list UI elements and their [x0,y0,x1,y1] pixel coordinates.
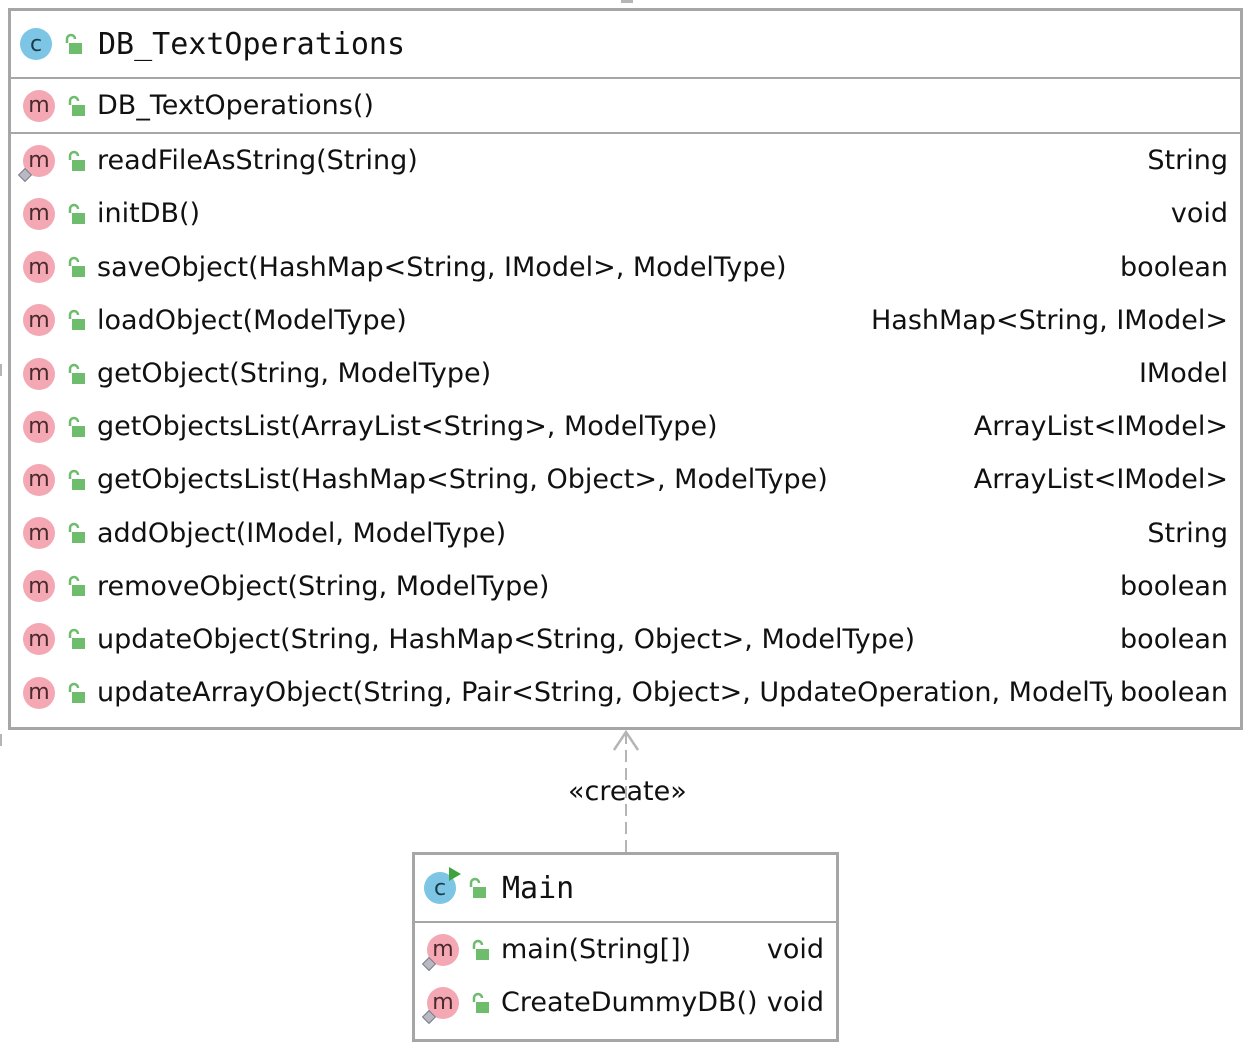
class-icon-letter: c [433,875,447,901]
member-return-type: void [766,987,824,1019]
method-section: m main(String[]) void m CreateDummyDB() void [415,923,836,1029]
member-row[interactable]: m CreateDummyDB() void [415,976,836,1029]
member-signature: main(String[]) [501,934,692,966]
member-signature: CreateDummyDB() [501,987,758,1019]
method-icon: m [421,986,459,1024]
edge-tick [0,734,2,746]
public-lock-icon [472,992,489,1013]
create-stereotype-label: «create» [568,776,687,807]
class-box-main[interactable]: c Main m main(String[]) void m CreateDummyDB… [412,852,839,1042]
public-lock-icon [472,939,489,960]
runnable-class-icon: c [424,867,461,904]
public-lock-icon [469,877,486,898]
edge-tick [621,0,633,3]
method-icon: m [421,933,459,971]
member-return-type: void [766,934,824,966]
edge-tick [0,364,2,376]
class-title: Main [502,870,575,906]
class-header: c Main [415,855,836,923]
method-icon-letter: m [432,937,454,963]
run-icon [449,867,461,881]
member-row[interactable]: m main(String[]) void [415,923,836,976]
method-icon-letter: m [432,990,454,1016]
